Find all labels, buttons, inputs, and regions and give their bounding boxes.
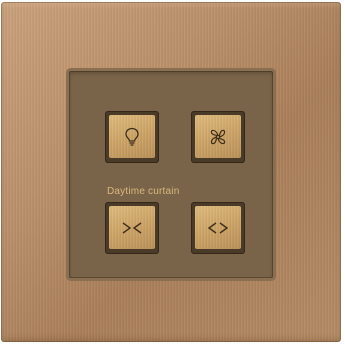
control-panel: Daytime curtain: [69, 71, 273, 278]
switch-plate: Daytime curtain: [1, 2, 341, 342]
light-button-face[interactable]: [109, 115, 155, 158]
curtain-close-icon: [121, 221, 143, 235]
light-button[interactable]: [105, 111, 159, 163]
curtain-close-button-face[interactable]: [109, 206, 155, 249]
button-label: Daytime curtain: [107, 186, 180, 197]
fan-icon: [208, 127, 228, 147]
fan-button[interactable]: [191, 111, 245, 163]
lightbulb-icon: [124, 127, 140, 147]
curtain-close-button[interactable]: [105, 202, 159, 254]
curtain-open-icon: [207, 221, 229, 235]
fan-button-face[interactable]: [195, 115, 241, 158]
curtain-open-button[interactable]: [191, 202, 245, 254]
curtain-open-button-face[interactable]: [195, 206, 241, 249]
